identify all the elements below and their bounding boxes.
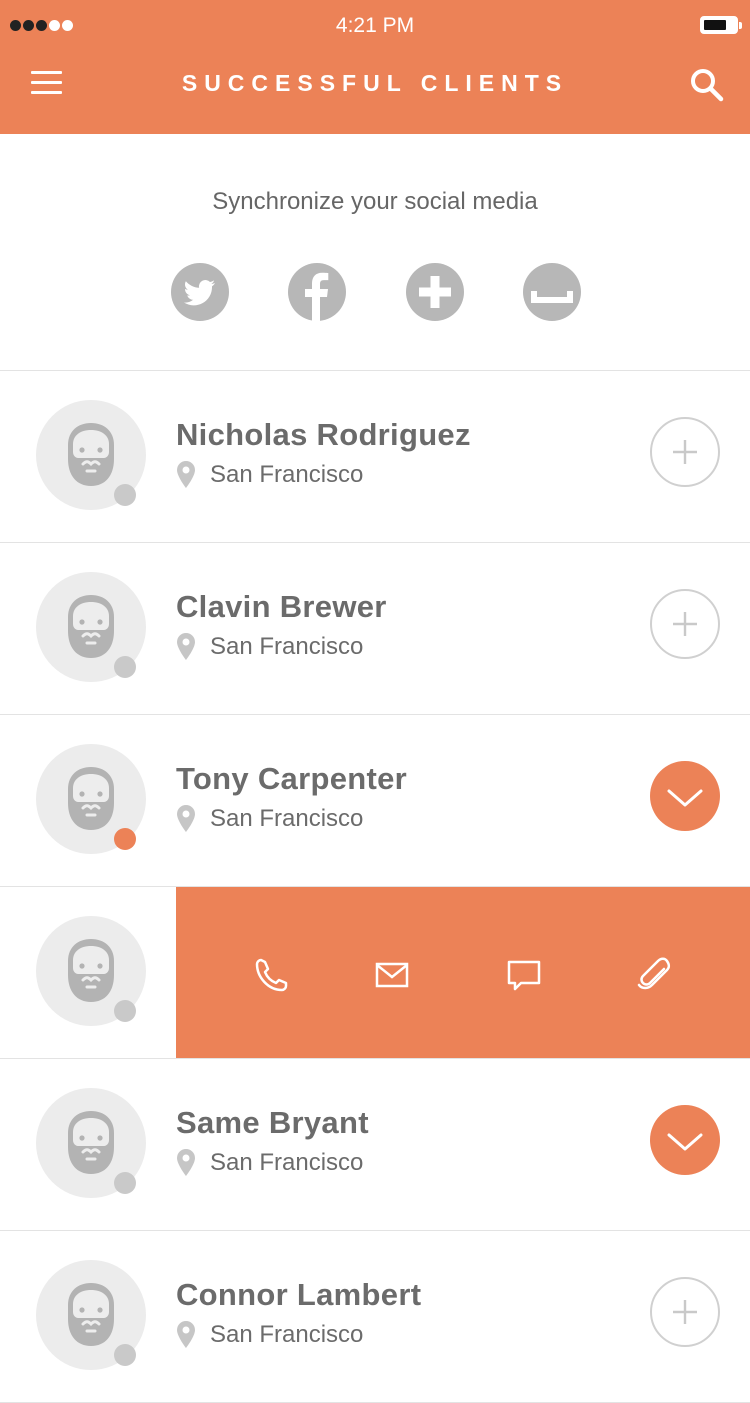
other-network-icon[interactable] [523,263,581,321]
client-row[interactable]: Nicholas Rodriguez San Francisco [0,371,750,543]
location-pin-icon [177,805,195,837]
app-header: 4:21 PM SUCCESSFUL CLIENTS [0,0,750,134]
status-indicator [114,656,136,678]
google-plus-icon[interactable] [406,263,464,321]
client-row[interactable]: Connor Lambert San Francisco [0,1231,750,1403]
status-indicator [114,1344,136,1366]
expand-actions-button[interactable] [650,1105,720,1175]
battery-icon [700,16,742,34]
mail-icon[interactable] [372,955,412,995]
social-sync-section: Synchronize your social media [0,134,750,371]
twitter-icon[interactable] [171,263,229,321]
client-row[interactable]: Clavin Brewer San Francisco [0,543,750,715]
status-indicator [114,1172,136,1194]
status-indicator [114,828,136,850]
facebook-icon[interactable] [288,263,346,321]
client-name: Tony Carpenter [176,761,407,796]
client-location: San Francisco [210,1321,364,1348]
attachment-icon[interactable] [634,955,674,995]
client-row[interactable] [0,887,750,1059]
page-title: SUCCESSFUL CLIENTS [181,70,569,96]
location-pin-icon [177,633,195,665]
client-location: San Francisco [210,805,364,832]
client-location: San Francisco [210,1149,364,1176]
expand-actions-button[interactable] [650,761,720,831]
phone-icon[interactable] [250,955,290,995]
client-row[interactable]: Same Bryant San Francisco [0,1059,750,1231]
client-location: San Francisco [210,633,364,660]
client-name: Clavin Brewer [176,589,387,624]
client-location: San Francisco [210,461,364,488]
sync-text: Synchronize your social media [212,188,538,215]
swipe-actions [176,887,750,1058]
status-time: 4:21 PM [335,14,415,37]
add-client-button[interactable] [650,589,720,659]
chat-icon[interactable] [504,955,544,995]
add-client-button[interactable] [650,417,720,487]
client-name: Nicholas Rodriguez [176,417,471,452]
client-name: Connor Lambert [176,1277,422,1312]
search-icon[interactable] [688,66,724,102]
status-indicator [114,484,136,506]
location-pin-icon [177,1321,195,1353]
location-pin-icon [177,461,195,493]
status-indicator [114,1000,136,1022]
location-pin-icon [177,1149,195,1181]
client-row[interactable]: Tony Carpenter San Francisco [0,715,750,887]
add-client-button[interactable] [650,1277,720,1347]
client-name: Same Bryant [176,1105,369,1140]
